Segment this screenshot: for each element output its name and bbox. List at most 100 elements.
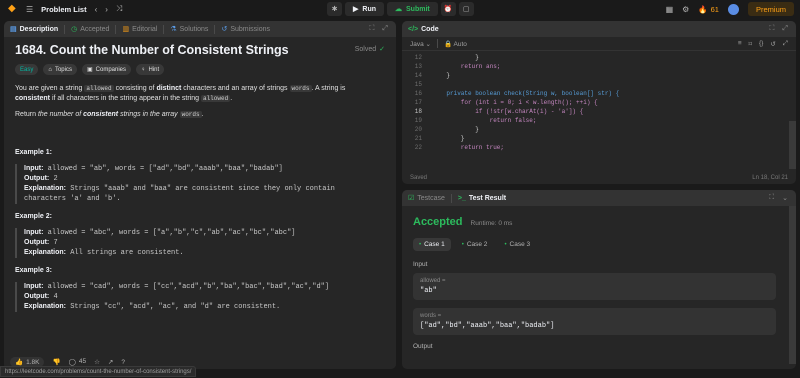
tab-accepted[interactable]: ◷ Accepted [71,25,109,34]
book-icon: ▥ [122,26,130,33]
collapse-icon[interactable]: ⌄ [782,194,788,202]
run-button[interactable]: ▶ Run [345,2,384,16]
code-line: 12 } [402,54,796,63]
text: Return [15,111,38,118]
document-icon: ▤ [10,26,17,33]
example-input: allowed = "ab", words = ["ad","bd","aaab… [47,165,283,173]
flask-icon: ⚗ [170,26,177,33]
collapse-icon[interactable]: ⤢ [782,25,788,33]
shuffle-icon[interactable]: ⤨ [116,4,122,14]
solved-label: Solved [354,46,377,53]
input-words: words = ["ad","bd","aaab","baa","badab"] [413,308,776,335]
code-line: 14 } [402,72,796,81]
pass-dot-icon: • [504,241,507,248]
debug-button[interactable]: ✱ [327,2,342,16]
line-number: 19 [414,117,422,124]
notes-button[interactable]: ▢ [458,2,474,16]
thumbs-down-icon[interactable]: 👎 [52,358,60,366]
description-panel: ▤ Description ◷ Accepted ▥ Editorial ⚗ Solut… [4,21,396,369]
bookmark-icon[interactable]: ⌑ [749,40,752,48]
input-allowed: allowed = "ab" [413,273,776,300]
top-bar: ◆ ☰ Problem List ‹ › ⤨ ✱ ▶ Run ☁ Submit ⏰ … [0,0,800,18]
premium-button[interactable]: Premium [747,2,794,16]
problem-statement: You are given a string allowed consistin… [15,84,385,104]
tab-submissions[interactable]: ↺ Submissions [221,25,270,34]
expand-icon[interactable]: ⤢ [783,40,788,48]
braces-icon[interactable]: {} [759,40,763,48]
example-input: allowed = "cad", words = ["cc","acd","b"… [47,283,330,291]
case-tab-3[interactable]: • Case 3 [498,238,536,251]
code-text: return false; [432,117,537,124]
run-label: Run [362,5,376,13]
tab-test-result[interactable]: >_ Test Result [458,195,506,202]
share-icon[interactable]: ↗ [108,358,113,366]
timer-button[interactable]: ⏰ [440,2,456,16]
editor-scrollbar[interactable] [789,121,796,169]
avatar[interactable] [727,3,739,15]
mode-toggle[interactable]: 🔒 Auto [444,40,467,48]
tab-testcase[interactable]: ☑ Testcase [408,194,445,203]
lock-icon: 🔒 [444,40,453,48]
problem-title[interactable]: 1684. Count the Number of Consistent Str… [15,44,289,57]
language-select[interactable]: Java ⌄ [410,40,431,48]
collapse-icon[interactable]: ⤢ [382,25,388,33]
settings-gear-icon[interactable]: ⚙ [682,5,689,14]
problem-list-link[interactable]: Problem List [41,5,86,14]
bug-icon: ✱ [331,6,338,13]
problem-return: Return the number of consistent strings … [15,110,385,120]
comment-icon: ◯ [68,359,76,366]
fullscreen-icon[interactable]: ⛶ [769,194,774,202]
bold-text: distinct [156,85,182,92]
streak-counter[interactable]: 🔥 61 [698,5,719,14]
code-panel: </> Code ⛶ ⤢ Java ⌄ 🔒 Auto ≡ ⌑ {} ↺ ⤢ 12 … [402,21,796,184]
example-heading: Example 2: [15,213,52,220]
case-label: Case 3 [509,241,531,248]
problem-list-icon[interactable]: ☰ [26,5,33,14]
code-editor[interactable]: 12 } 13 return ans; 14 } 15 16 private b… [402,51,796,175]
case-tab-2[interactable]: • Case 2 [456,238,494,251]
tab-description[interactable]: ▤ Description [10,25,59,34]
tab-editorial[interactable]: ▥ Editorial [122,25,157,34]
text: . [230,95,233,102]
submit-button[interactable]: ☁ Submit [387,2,438,16]
toolbar-divider [437,39,438,48]
topics-chip[interactable]: ⌂ Topics [43,64,77,75]
case-label: Case 1 [424,241,445,248]
star-icon[interactable]: ☆ [94,358,100,366]
explanation-label: Explanation: [24,185,67,192]
case-tab-1[interactable]: • Case 1 [413,238,451,251]
tab-solutions[interactable]: ⚗ Solutions [170,25,208,34]
next-problem-icon[interactable]: › [105,5,108,14]
prev-problem-icon[interactable]: ‹ [95,5,98,14]
result-scrollbar[interactable] [789,206,796,364]
fullscreen-icon[interactable]: ⛶ [369,25,374,33]
example-output: 4 [53,293,58,301]
tab-code[interactable]: </> Code [408,26,439,33]
result-body: Accepted Runtime: 0 ms • Case 1 • Case 2 •… [402,206,796,365]
code-text: private boolean check(String w, boolean[… [432,90,620,97]
line-number: 12 [414,54,422,61]
cursor-position: Ln 18, Col 21 [752,174,788,181]
chevron-down-icon: ⌄ [425,40,431,48]
code-text: if (!str[w.charAt(i) - 'a']) { [432,108,584,115]
help-icon[interactable]: ? [121,359,125,366]
comments-button[interactable]: ◯ 45 [69,358,87,366]
cloud-upload-icon: ☁ [395,6,402,13]
leetcode-logo-icon[interactable]: ◆ [8,4,18,14]
companies-chip[interactable]: ▣ Companies [81,64,132,75]
tab-label: Test Result [468,194,507,202]
output-label: Output: [24,239,50,246]
reset-icon[interactable]: ↺ [770,40,775,48]
format-icon[interactable]: ≡ [738,40,742,48]
fullscreen-icon[interactable]: ⛶ [769,25,774,33]
note-icon: ▢ [462,6,470,13]
hint-chip[interactable]: ♀ Hint [136,64,165,75]
inline-code: allowed [200,95,231,102]
code-text: } [432,135,465,142]
alarm-icon: ⏰ [443,6,453,13]
layout-icon[interactable]: ▦ [666,5,674,14]
terminal-icon: >_ [457,194,466,202]
tab-label: Description [19,25,59,33]
difficulty-badge: Easy [15,64,39,75]
